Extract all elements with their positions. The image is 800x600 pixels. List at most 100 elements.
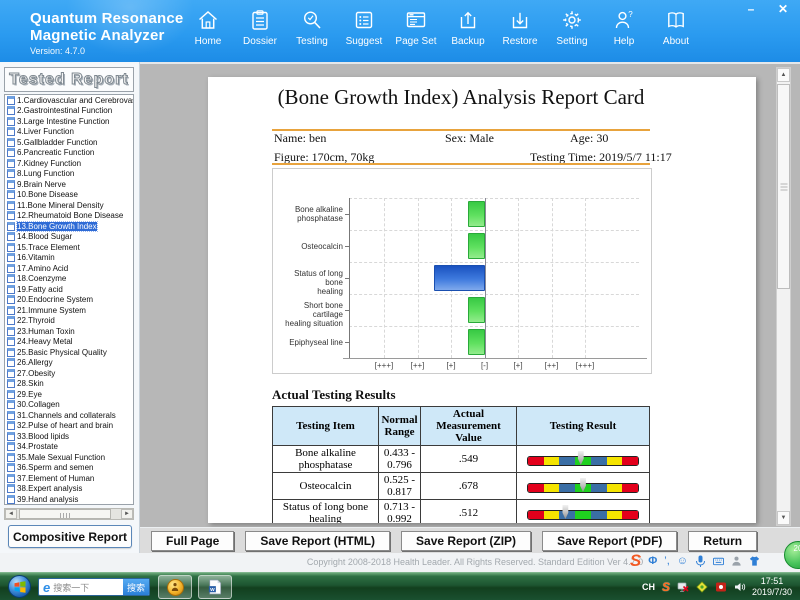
sidebar-item-21-immune-system[interactable]: 21.Immune System [5,305,133,316]
nav-suggest[interactable]: Suggest [338,8,390,47]
sidebar-item-39-hand-analysis[interactable]: 39.Hand analysis [5,494,133,505]
nav-testing[interactable]: Testing [286,8,338,47]
nav-page-set[interactable]: Page Set [390,8,442,47]
sidebar-item-17-amino-acid[interactable]: 17.Amino Acid [5,263,133,274]
minimize-button[interactable]: – [742,2,760,18]
compositive-report-button[interactable]: Compositive Report [8,525,132,548]
document-icon [7,211,15,220]
tray-network-error-icon[interactable] [677,581,689,593]
document-icon [7,222,15,231]
person-icon[interactable] [731,555,742,567]
sidebar-item-29-eye[interactable]: 29.Eye [5,389,133,400]
sidebar-item-26-allergy[interactable]: 26.Allergy [5,358,133,369]
sidebar-item-32-pulse-of-heart-and-brain[interactable]: 32.Pulse of heart and brain [5,421,133,432]
sidebar-item-38-expert-analysis[interactable]: 38.Expert analysis [5,484,133,495]
sogou-logo-icon[interactable]: S [630,551,641,571]
scrollbar-thumb[interactable] [19,509,111,519]
sidebar-header-label: Tested Report [9,71,128,89]
nav-dossier[interactable]: Dossier [234,8,286,47]
search-button[interactable]: 搜索 [123,579,149,595]
sidebar-item-19-fatty-acid[interactable]: 19.Fatty acid [5,284,133,295]
taskbar-word-app-button[interactable]: W [198,575,232,599]
chart-gridline [585,198,586,358]
sidebar-item-12-rheumatoid-bone-disease[interactable]: 12.Rheumatoid Bone Disease [5,211,133,222]
scroll-down-arrow-icon[interactable]: ▼ [777,511,790,525]
sidebar-item-label: 12.Rheumatoid Bone Disease [17,211,123,220]
nav-home[interactable]: Home [182,8,234,47]
sidebar-item-11-bone-mineral-density[interactable]: 11.Bone Mineral Density [5,200,133,211]
punctuation-icon[interactable]: ’, [664,555,670,567]
sidebar-item-5-gallbladder-function[interactable]: 5.Gallbladder Function [5,137,133,148]
taskbar-analyzer-app-button[interactable] [158,575,192,599]
sidebar-item-33-blood-lipids[interactable]: 33.Blood lipids [5,431,133,442]
close-button[interactable]: ✕ [774,2,792,18]
sidebar-item-37-element-of-human[interactable]: 37.Element of Human [5,473,133,484]
tray-language-indicator[interactable]: CH [642,582,655,592]
microphone-icon[interactable] [695,555,706,567]
tray-red-app-icon[interactable] [715,581,727,593]
sidebar-item-30-collagen[interactable]: 30.Collagen [5,400,133,411]
document-vertical-scrollbar[interactable]: ▲ ▼ [776,67,791,526]
sidebar-horizontal-scrollbar[interactable]: ◄ ► [4,508,134,520]
sidebar-item-20-endocrine-system[interactable]: 20.Endocrine System [5,295,133,306]
save-report-pdf-button[interactable]: Save Report (PDF) [542,531,677,551]
sidebar-item-34-prostate[interactable]: 34.Prostate [5,442,133,453]
sidebar-item-9-brain-nerve[interactable]: 9.Brain Nerve [5,179,133,190]
nav-backup[interactable]: Backup [442,8,494,47]
nav-about[interactable]: About [650,8,702,47]
save-report-zip-button[interactable]: Save Report (ZIP) [401,531,531,551]
skin-icon[interactable] [749,555,760,567]
tray-diamond-icon[interactable] [696,581,708,593]
sidebar-item-15-trace-element[interactable]: 15.Trace Element [5,242,133,253]
emoji-icon[interactable]: ☺ [677,555,688,567]
sidebar-item-24-heavy-metal[interactable]: 24.Heavy Metal [5,337,133,348]
sidebar-item-31-channels-and-collaterals[interactable]: 31.Channels and collaterals [5,410,133,421]
sidebar-item-8-lung-function[interactable]: 8.Lung Function [5,169,133,180]
input-mode-icon[interactable]: Φ [648,555,657,567]
scroll-left-arrow-icon[interactable]: ◄ [5,509,17,519]
sidebar-item-3-large-intestine-function[interactable]: 3.Large Intestine Function [5,116,133,127]
scrollbar-thumb[interactable] [777,84,790,289]
sidebar-item-23-human-toxin[interactable]: 23.Human Toxin [5,326,133,337]
sidebar-item-10-bone-disease[interactable]: 10.Bone Disease [5,190,133,201]
nav-help[interactable]: ?Help [598,8,650,47]
sidebar-item-36-sperm-and-semen[interactable]: 36.Sperm and semen [5,463,133,474]
chart-gridline [418,198,419,358]
document-icon [7,348,15,357]
sidebar: Tested Report 1.Cardiovascular and Cereb… [0,62,140,555]
full-page-button[interactable]: Full Page [151,531,234,551]
setting-icon [560,8,584,32]
keyboard-icon[interactable] [713,555,724,567]
column-header-normal-range: Normal Range [379,407,421,446]
sidebar-item-6-pancreatic-function[interactable]: 6.Pancreatic Function [5,148,133,159]
nav-restore[interactable]: Restore [494,8,546,47]
scroll-up-arrow-icon[interactable]: ▲ [777,68,790,82]
chart-bar-bone-alkaline-phosphatase [468,201,485,227]
sidebar-item-14-blood-sugar[interactable]: 14.Blood Sugar [5,232,133,243]
start-button[interactable] [8,575,31,598]
speaker-icon[interactable] [734,581,746,593]
taskbar-search-input[interactable]: e 搜索一下 搜索 [38,578,150,596]
sidebar-item-18-coenzyme[interactable]: 18.Coenzyme [5,274,133,285]
return-button[interactable]: Return [688,531,757,551]
sidebar-item-35-male-sexual-function[interactable]: 35.Male Sexual Function [5,452,133,463]
save-report-html-button[interactable]: Save Report (HTML) [245,531,390,551]
sidebar-item-4-liver-function[interactable]: 4.Liver Function [5,127,133,138]
tray-sogou-icon[interactable]: S [662,580,670,594]
document-icon [7,484,15,493]
sidebar-item-7-kidney-function[interactable]: 7.Kidney Function [5,158,133,169]
scrollbar-track[interactable] [17,509,121,519]
sidebar-item-25-basic-physical-quality[interactable]: 25.Basic Physical Quality [5,347,133,358]
sidebar-item-22-thyroid[interactable]: 22.Thyroid [5,316,133,327]
taskbar-clock[interactable]: 17:51 2019/7/30 [748,576,796,598]
sidebar-item-2-gastrointestinal-function[interactable]: 2.Gastrointestinal Function [5,106,133,117]
nav-setting[interactable]: Setting [546,8,598,47]
document-icon [7,264,15,273]
column-header-testing-result: Testing Result [517,407,650,446]
sidebar-item-13-bone-growth-index[interactable]: 13.Bone Growth Index [5,221,133,232]
scroll-right-arrow-icon[interactable]: ► [121,509,133,519]
sidebar-item-28-skin[interactable]: 28.Skin [5,379,133,390]
sidebar-item-1-cardiovascular-and-cerebrovascular[interactable]: 1.Cardiovascular and Cerebrovascular [5,95,133,106]
sidebar-item-27-obesity[interactable]: 27.Obesity [5,368,133,379]
sidebar-item-16-vitamin[interactable]: 16.Vitamin [5,253,133,264]
